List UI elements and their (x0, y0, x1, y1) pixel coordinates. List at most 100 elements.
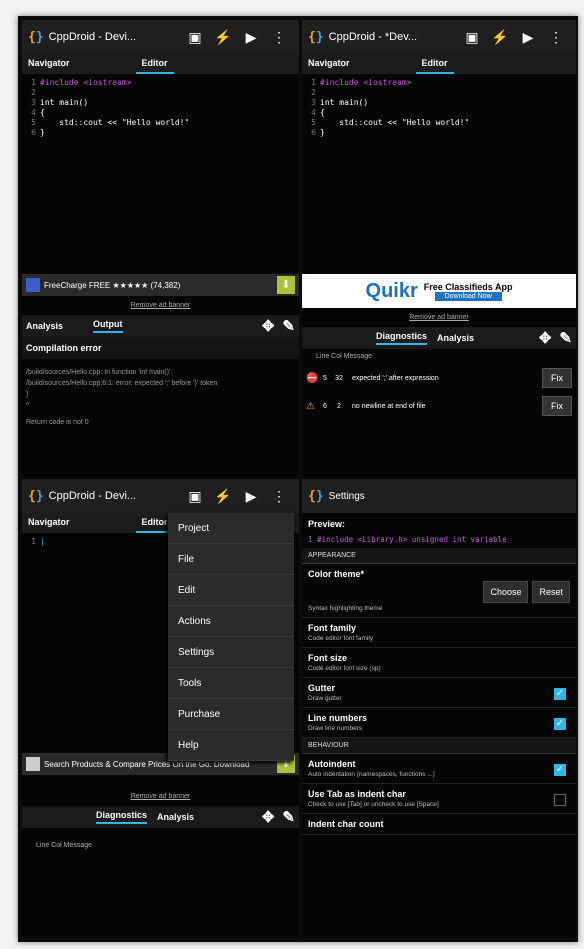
run-icon[interactable]: ▶ (237, 29, 265, 46)
diag-column-header: Line Col Message (36, 842, 93, 849)
app-logo-icon: {} (28, 29, 44, 45)
code-line: int main() (40, 98, 89, 107)
clear-icon[interactable]: ✎ (282, 317, 295, 335)
choose-button[interactable]: Choose (483, 581, 529, 603)
tab-analysis[interactable]: Analysis (26, 321, 63, 331)
ad-banner[interactable]: Quikr Free Classifieds App Download Now (302, 274, 576, 308)
panel-settings: {} Settings Preview: 1 #include <Library… (302, 479, 576, 937)
use-tab-checkbox[interactable] (554, 794, 566, 806)
save-icon[interactable]: ▣ (181, 29, 209, 46)
diag-column-header: Line Col Message (316, 353, 373, 360)
code-line: } (40, 128, 45, 137)
gutter-checkbox[interactable]: ✓ (554, 688, 566, 700)
expand-icon[interactable]: ✥ (262, 317, 275, 335)
app-title: CppDroid - Devi... (48, 31, 137, 43)
warning-icon: ⚠ (306, 400, 315, 412)
tab-navigator[interactable]: Navigator (302, 54, 356, 74)
ad-logo-icon (26, 757, 40, 771)
tab-navigator[interactable]: Navigator (22, 54, 76, 74)
setting-use-tab[interactable]: Use Tab as indent char Check to use [Tab… (302, 784, 576, 814)
diag-row[interactable]: ⛔ 5 32 expected ';' after expression Fix (302, 364, 576, 392)
tab-diagnostics[interactable]: Diagnostics (96, 810, 148, 824)
preview-label: Preview: (308, 519, 346, 529)
app-logo-icon: {} (308, 29, 324, 45)
save-icon[interactable]: ▣ (458, 29, 486, 46)
overflow-menu-icon[interactable]: ⋮ (265, 488, 293, 505)
app-logo-icon: {} (28, 488, 44, 504)
build-icon[interactable]: ⚡ (486, 29, 514, 46)
remove-ad-link[interactable]: Remove ad banner (22, 787, 299, 806)
expand-icon[interactable]: ✥ (539, 329, 552, 347)
setting-font-family[interactable]: Font family Code editor font family (302, 618, 576, 648)
setting-font-size[interactable]: Font size Code editor font size (sp) (302, 648, 576, 678)
run-icon[interactable]: ▶ (514, 29, 542, 46)
diag-row[interactable]: ⚠ 6 2 no newline at end of file Fix (302, 392, 576, 420)
menu-item-actions[interactable]: Actions (168, 606, 294, 637)
reset-button[interactable]: Reset (532, 581, 570, 603)
output-text: /build/sources/Hello.cpp: In function 'i… (26, 369, 218, 426)
setting-gutter[interactable]: Gutter Draw gutter ✓ (302, 678, 576, 708)
remove-ad-link[interactable]: Remove ad banner (302, 308, 576, 327)
error-icon: ⛔ (306, 372, 319, 384)
ad-text: FreeCharge FREE ★★★★★ (74,382) (44, 280, 181, 290)
preview-code: 1 #include <Library.h> unsigned int vari… (308, 535, 507, 544)
menu-item-settings[interactable]: Settings (168, 637, 294, 668)
bottom-tabs: Diagnostics Analysis ✥ ✎ (22, 806, 299, 828)
app-bar: {} CppDroid - Devi... ▣ ⚡ ▶ ⋮ (22, 20, 299, 54)
remove-ad-link[interactable]: Remove ad banner (22, 296, 299, 315)
overflow-menu: Project File Edit Actions Settings Tools… (168, 513, 294, 761)
clear-icon[interactable]: ✎ (559, 329, 572, 347)
overflow-menu-icon[interactable]: ⋮ (265, 29, 293, 46)
tab-analysis[interactable]: Analysis (157, 812, 194, 822)
code-editor[interactable]: 1 #include <iostream> 2 3 int main() 4{ 5 … (22, 74, 299, 274)
ad-text: Free Classifieds App (423, 281, 513, 292)
quikr-logo: Quikr (365, 279, 418, 302)
tab-analysis[interactable]: Analysis (437, 333, 474, 343)
overflow-menu-icon[interactable]: ⋮ (542, 29, 570, 46)
line-numbers-checkbox[interactable]: ✓ (554, 718, 566, 730)
tab-diagnostics[interactable]: Diagnostics (376, 331, 428, 345)
save-icon[interactable]: ▣ (181, 488, 209, 505)
menu-item-purchase[interactable]: Purchase (168, 699, 294, 730)
tab-bar: Navigator Editor (302, 54, 576, 74)
freecharge-logo-icon (26, 278, 40, 292)
expand-icon[interactable]: ✥ (262, 808, 275, 826)
ad-download-button[interactable]: Download Now (434, 291, 502, 301)
fix-button[interactable]: Fix (542, 368, 572, 388)
setting-autoindent[interactable]: Autoindent Auto indentation (namespaces,… (302, 754, 576, 784)
app-title: CppDroid - Devi... (48, 490, 137, 502)
run-icon[interactable]: ▶ (237, 488, 265, 505)
settings-title: Settings (328, 490, 365, 502)
tab-editor[interactable]: Editor (135, 54, 174, 74)
category-behaviour: BEHAVIOUR (302, 738, 576, 754)
build-icon[interactable]: ⚡ (209, 29, 237, 46)
bottom-tabs: Diagnostics Analysis ✥ ✎ (302, 327, 576, 349)
ad-banner[interactable]: FreeCharge FREE ★★★★★ (74,382) ⬇ (22, 274, 299, 296)
setting-line-numbers[interactable]: Line numbers Draw line numbers ✓ (302, 708, 576, 738)
menu-item-project[interactable]: Project (168, 513, 294, 544)
autoindent-checkbox[interactable]: ✓ (554, 764, 566, 776)
code-editor[interactable]: 1 #include <iostream> 2 3 int main() 4{ 5 … (302, 74, 576, 274)
tab-editor[interactable]: Editor (415, 54, 454, 74)
code-line: #include <iostream> (40, 78, 132, 87)
app-bar: {} Settings (302, 479, 576, 513)
code-line: std::cout << "Hello world!" (40, 118, 190, 127)
setting-indent-size[interactable]: Indent char count (302, 814, 576, 835)
clear-icon[interactable]: ✎ (282, 808, 295, 826)
menu-item-edit[interactable]: Edit (168, 575, 294, 606)
compile-title: Compilation error (22, 337, 299, 359)
menu-item-file[interactable]: File (168, 544, 294, 575)
fix-button[interactable]: Fix (542, 396, 572, 416)
tab-output[interactable]: Output (93, 319, 123, 333)
tab-navigator[interactable]: Navigator (22, 513, 76, 533)
code-line: { (40, 108, 45, 117)
app-title: CppDroid - *Dev... (328, 31, 418, 43)
app-bar: {} CppDroid - Devi... ▣ ⚡ ▶ ⋮ (22, 479, 299, 513)
panel-diagnostics: {} CppDroid - *Dev... ▣ ⚡ ▶ ⋮ Navigator … (302, 20, 576, 476)
bottom-tabs: Analysis Output ✥ ✎ (22, 315, 299, 337)
menu-item-tools[interactable]: Tools (168, 668, 294, 699)
download-icon[interactable]: ⬇ (277, 276, 295, 294)
menu-item-help[interactable]: Help (168, 730, 294, 761)
build-icon[interactable]: ⚡ (209, 488, 237, 505)
setting-color-theme[interactable]: Color theme* Choose Reset Syntax highlig… (302, 564, 576, 618)
